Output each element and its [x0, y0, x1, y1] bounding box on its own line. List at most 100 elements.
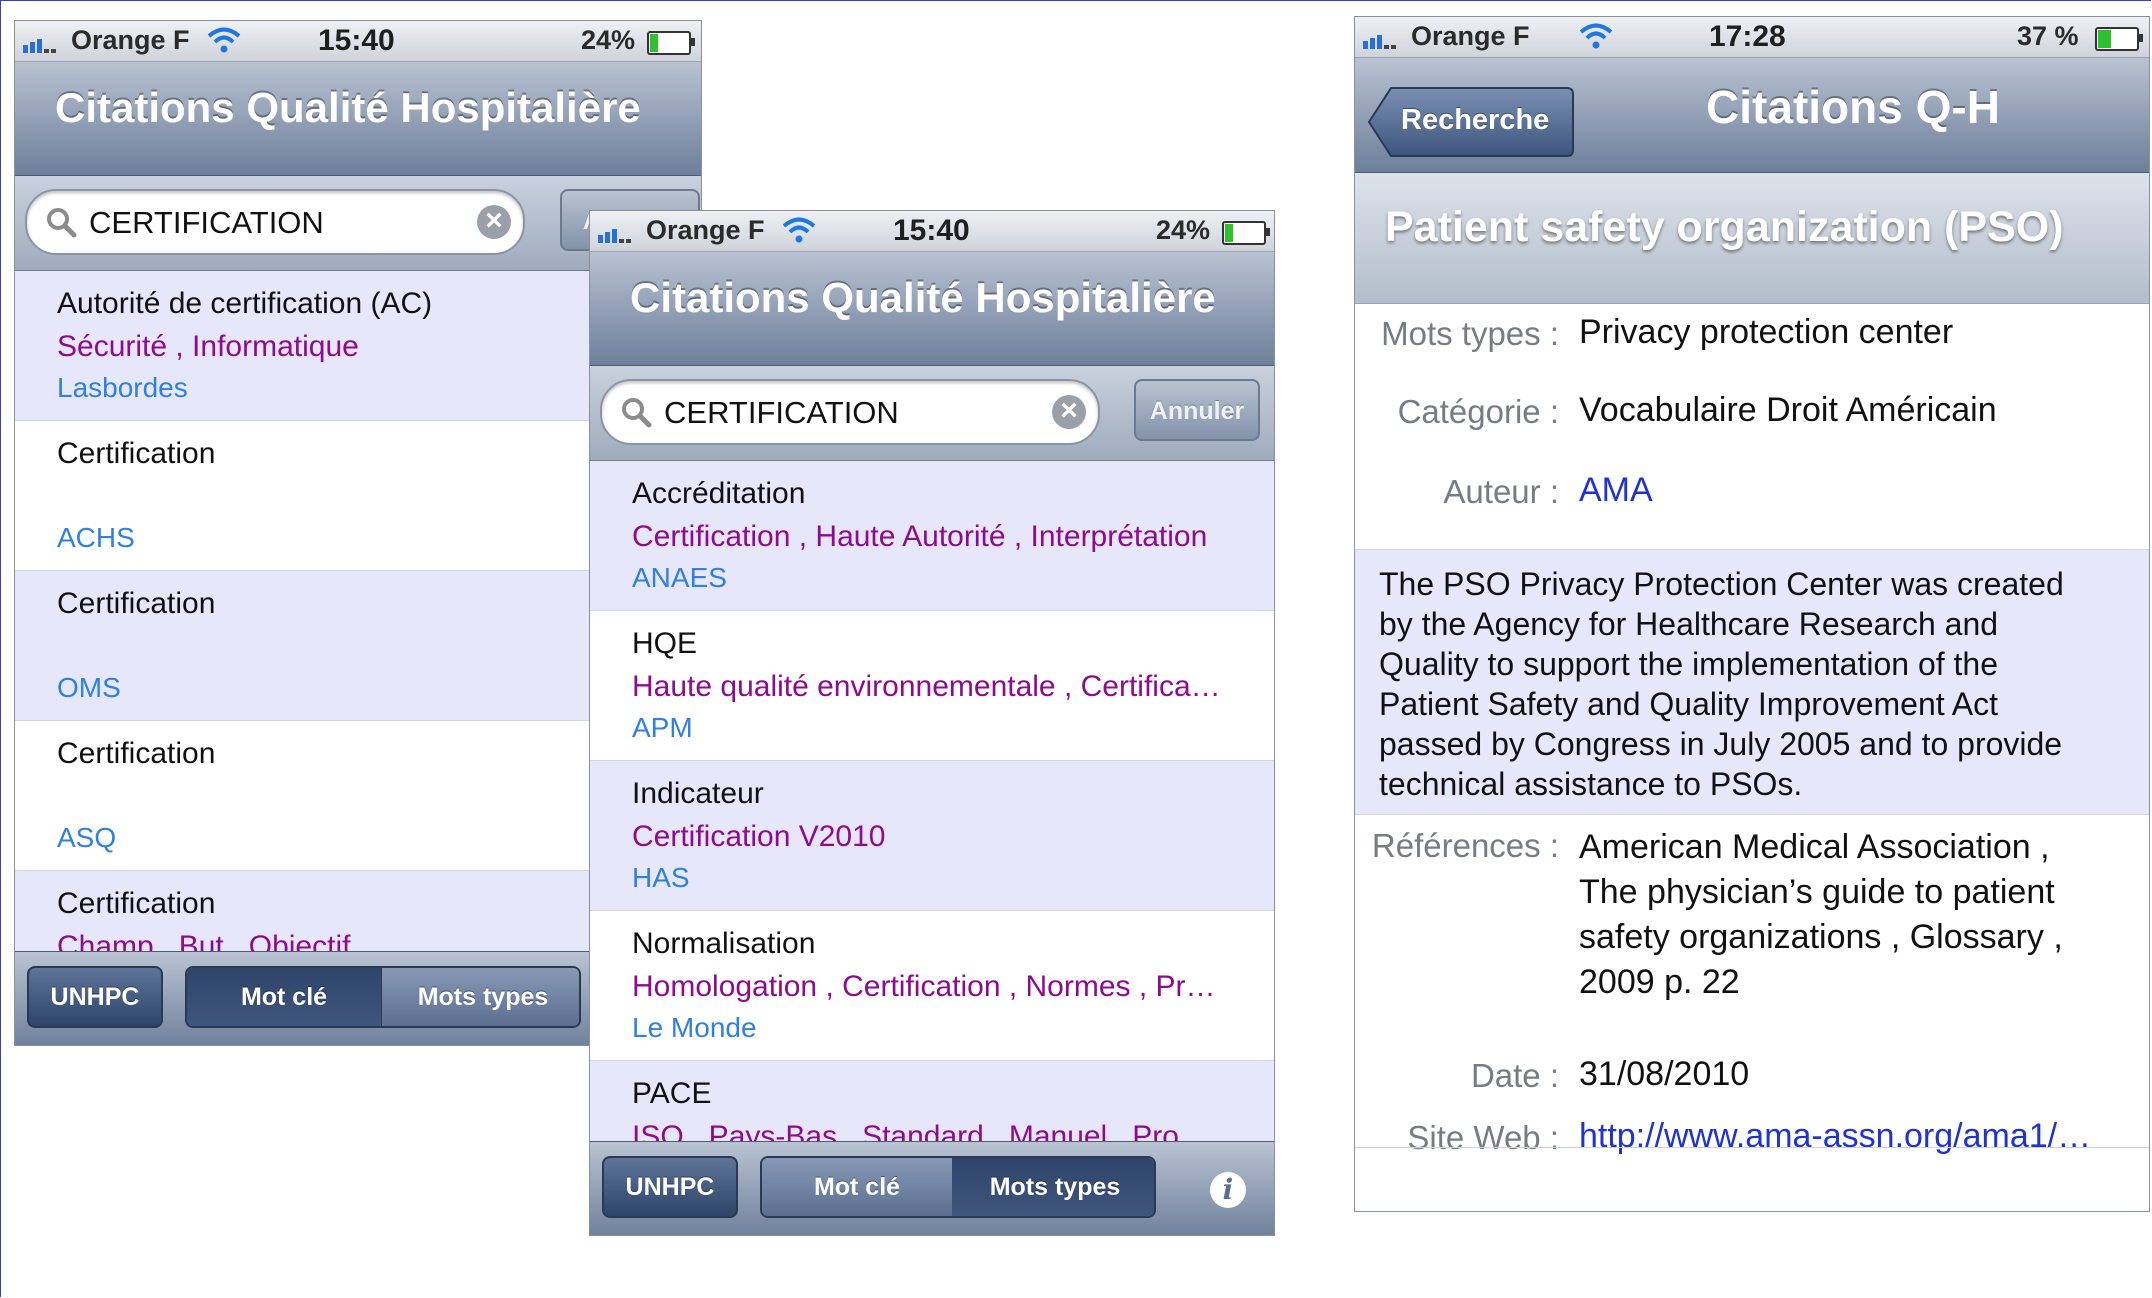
item-title: PACE — [632, 1077, 712, 1110]
categorie-value: Vocabulaire Droit Américain — [1579, 391, 1997, 429]
battery-percent: 24% — [581, 25, 636, 55]
signal-bars-icon — [598, 229, 631, 243]
status-bar: Orange F 15:40 24% — [590, 211, 1274, 252]
quote-line: technical assistance to PSOs. — [1379, 766, 1803, 802]
references-label: Références : — [1371, 827, 1559, 864]
reference-line: American Medical Association , — [1579, 828, 2050, 866]
results-list: Accréditation Certification , Haute Autor… — [590, 461, 1274, 1211]
item-title: HQE — [632, 627, 698, 660]
clock: 15:40 — [893, 214, 970, 247]
item-title: Autorité de certification (AC) — [57, 287, 433, 320]
item-keywords: Haute qualité environnementale , Certifi… — [632, 670, 1221, 703]
search-input[interactable]: CERTIFICATION × — [600, 379, 1100, 445]
back-button[interactable]: Recherche — [1367, 86, 1575, 158]
clear-icon[interactable]: × — [477, 205, 511, 239]
info-icon[interactable]: i — [1210, 1172, 1246, 1208]
nav-title: Citations Q-H — [1706, 81, 2000, 133]
unhpc-button[interactable]: UNHPC — [602, 1156, 738, 1218]
back-button-label: Recherche — [1401, 104, 1550, 136]
item-author: APM — [632, 712, 693, 743]
search-query: CERTIFICATION — [89, 205, 324, 240]
date-label: Date : — [1470, 1057, 1559, 1094]
battery-percent: 24% — [1156, 215, 1211, 245]
item-keywords: Certification V2010 — [632, 820, 886, 853]
search-mode-segmented-control: Mot clé Mots types — [185, 966, 581, 1028]
app-title: Citations Qualité Hospitalière — [55, 84, 641, 131]
item-author: ACHS — [57, 522, 135, 553]
search-bar: CERTIFICATION × Annuler — [590, 366, 1274, 461]
list-item[interactable]: Indicateur Certification V2010 HAS — [590, 761, 1274, 911]
auteur-link[interactable]: AMA — [1579, 471, 1653, 510]
unhpc-button[interactable]: UNHPC — [27, 966, 163, 1028]
search-mode-segmented-control: Mot clé Mots types — [760, 1156, 1156, 1218]
carrier-label: Orange F — [646, 215, 765, 245]
categorie-label: Catégorie : — [1397, 393, 1559, 430]
tab-mot-cle[interactable]: Mot clé — [762, 1158, 952, 1216]
item-author: ASQ — [57, 822, 117, 853]
clock: 17:28 — [1709, 20, 1786, 53]
battery-icon — [2095, 27, 2143, 51]
battery-icon — [647, 31, 695, 55]
bottom-toolbar: UNHPC Mot clé Mots types i — [590, 1141, 1274, 1235]
signal-bars-icon — [1363, 35, 1396, 49]
list-item[interactable]: HQE Haute qualité environnementale , Cert… — [590, 611, 1274, 761]
wifi-icon — [782, 217, 816, 243]
quote-text: The PSO Privacy Protection Center was cr… — [1379, 564, 2119, 804]
nav-bar: Citations Qualité Hospitalière — [590, 252, 1274, 366]
item-author: OMS — [57, 672, 121, 703]
reference-line: 2009 p. 22 — [1579, 963, 1740, 1001]
clear-icon[interactable]: × — [1052, 395, 1086, 429]
signal-bars-icon — [23, 39, 56, 53]
tab-mots-types[interactable]: Mots types — [381, 968, 579, 1026]
status-bar: Orange F 17:28 37 % — [1355, 17, 2149, 58]
quote-block: The PSO Privacy Protection Center was cr… — [1355, 549, 2149, 815]
phone-screen-detail: Orange F 17:28 37 % Recherche Citations … — [1354, 16, 2150, 1212]
item-title: Certification — [57, 737, 216, 770]
mots-types-value: Privacy protection center — [1579, 313, 1954, 351]
status-bar: Orange F 15:40 24% — [15, 21, 701, 62]
mots-types-label: Mots types : — [1381, 315, 1559, 352]
item-author: Lasbordes — [57, 372, 188, 403]
item-author: HAS — [632, 862, 690, 893]
item-keywords: Sécurité , Informatique — [57, 330, 359, 363]
list-item[interactable]: Normalisation Homologation , Certificatio… — [590, 911, 1274, 1061]
search-icon — [47, 208, 77, 238]
site-web-link[interactable]: http://www.ama-assn.org/ama1/… — [1579, 1117, 2091, 1156]
quote-line: The PSO Privacy Protection Center was cr… — [1379, 566, 2064, 602]
tab-mots-types[interactable]: Mots types — [952, 1158, 1154, 1216]
reference-line: safety organizations , Glossary , — [1579, 918, 2063, 956]
list-item[interactable]: Accréditation Certification , Haute Autor… — [590, 461, 1274, 611]
search-input[interactable]: CERTIFICATION × — [25, 189, 525, 255]
tab-mot-cle[interactable]: Mot clé — [187, 968, 381, 1026]
item-title: Certification — [57, 437, 216, 470]
quote-line: Quality to support the implementation of… — [1379, 646, 1999, 682]
battery-percent: 37 % — [2017, 21, 2079, 51]
wifi-icon — [207, 27, 241, 53]
item-title: Indicateur — [632, 777, 764, 810]
item-title: Accréditation — [632, 477, 806, 510]
phone-screen-search-2: Orange F 15:40 24% Citations Qualité Hos… — [589, 210, 1275, 1236]
wifi-icon — [1579, 23, 1613, 49]
site-web-label: Site Web : — [1407, 1119, 1559, 1156]
reference-line: The physician’s guide to patient — [1579, 873, 2055, 911]
detail-heading: Patient safety organization (PSO) — [1385, 203, 2064, 251]
app-title: Citations Qualité Hospitalière — [630, 274, 1216, 321]
auteur-label: Auteur : — [1443, 473, 1559, 510]
references-value: American Medical Association , The physi… — [1579, 825, 2063, 1005]
quote-line: by the Agency for Healthcare Research an… — [1379, 606, 1999, 642]
item-keywords: Certification , Haute Autorité , Interpr… — [632, 520, 1208, 553]
nav-bar: Recherche Citations Q-H — [1355, 58, 2149, 173]
detail-heading-bar: Patient safety organization (PSO) — [1355, 173, 2149, 304]
battery-icon — [1222, 221, 1270, 245]
clock: 15:40 — [318, 24, 395, 57]
cancel-button[interactable]: Annuler — [1134, 379, 1260, 441]
item-keywords: Homologation , Certification , Normes , … — [632, 970, 1216, 1003]
carrier-label: Orange F — [71, 25, 190, 55]
search-query: CERTIFICATION — [664, 395, 899, 430]
divider — [1355, 1147, 2149, 1148]
carrier-label: Orange F — [1411, 21, 1530, 51]
item-title: Certification — [57, 587, 216, 620]
item-title: Certification — [57, 887, 216, 920]
nav-bar: Citations Qualité Hospitalière — [15, 62, 701, 176]
search-icon — [622, 398, 652, 428]
